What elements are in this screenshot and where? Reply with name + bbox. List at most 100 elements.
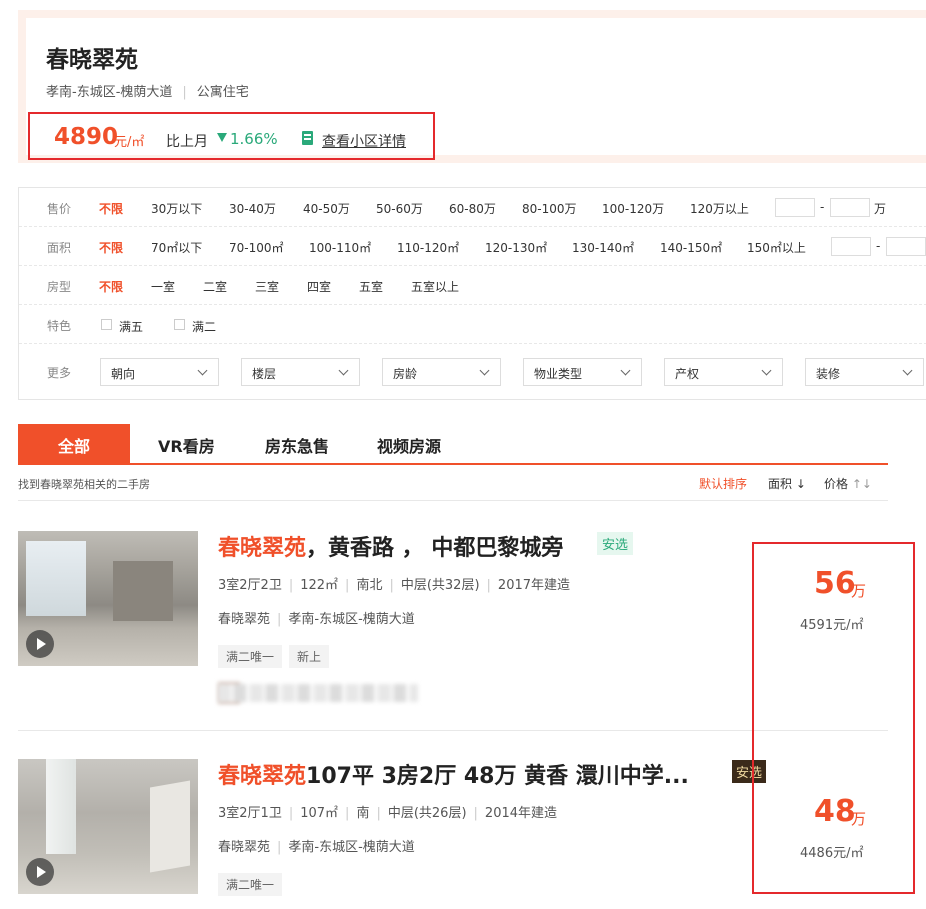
community-link[interactable]: 春晓翠苑 xyxy=(218,612,270,627)
tab-vr[interactable]: VR看房 xyxy=(158,424,215,463)
orientation-dropdown[interactable]: 朝向 xyxy=(100,358,219,386)
filter-option[interactable]: 不限 xyxy=(99,239,123,256)
estate-detail-link[interactable]: 查看小区详情 xyxy=(322,131,406,151)
sort-price[interactable]: 价格 ↑↓ xyxy=(824,475,872,492)
filter-option[interactable]: 不限 xyxy=(99,200,123,217)
community-link[interactable]: 春晓翠苑 xyxy=(218,840,270,855)
age-dropdown[interactable]: 房龄 xyxy=(382,358,501,386)
filter-option[interactable]: 五室以上 xyxy=(411,278,459,295)
chevron-down-icon xyxy=(761,365,772,376)
filter-option[interactable]: 130-140㎡ xyxy=(572,239,634,256)
filter-panel: 售价 不限 30万以下 30-40万 40-50万 50-60万 60-80万 … xyxy=(18,187,926,400)
ownership-dropdown[interactable]: 产权 xyxy=(664,358,783,386)
separator: | xyxy=(473,806,478,821)
checkbox[interactable] xyxy=(174,319,185,330)
filter-option[interactable]: 100-120万 xyxy=(602,200,664,217)
total-price: 48 xyxy=(814,794,856,829)
separator: | xyxy=(277,612,282,627)
filter-label: 售价 xyxy=(47,202,72,216)
play-icon[interactable] xyxy=(26,858,54,886)
verified-badge: 安选 xyxy=(597,532,634,555)
tab-all[interactable]: 全部 xyxy=(18,424,130,463)
mom-change: 1.66% xyxy=(230,130,278,148)
listing-title[interactable]: 春晓翠苑107平 3房2厅 48万 黄香 澴川中学... xyxy=(218,758,689,790)
filter-row-rooms: 房型 不限 一室 二室 三室 四室 五室 五室以上 xyxy=(19,266,926,305)
filter-option[interactable]: 80-100万 xyxy=(522,200,577,217)
sort-price-label: 价格 xyxy=(824,477,849,491)
attr-area: 107㎡ xyxy=(300,806,339,821)
price-max-input[interactable] xyxy=(830,198,870,217)
decoration-dropdown[interactable]: 装修 xyxy=(805,358,924,386)
down-arrow-icon xyxy=(217,133,227,142)
chevron-down-icon xyxy=(479,365,490,376)
district-link[interactable]: 孝南-东城区-槐荫大道 xyxy=(288,840,414,855)
tab-video[interactable]: 视频房源 xyxy=(377,424,441,463)
filter-option[interactable]: 30万以下 xyxy=(151,200,202,217)
filter-option[interactable]: 110-120㎡ xyxy=(397,239,459,256)
listing-photo[interactable] xyxy=(18,759,198,894)
filter-option[interactable]: 70-100㎡ xyxy=(229,239,284,256)
attr-year: 2017年建造 xyxy=(497,578,571,593)
area-max-input[interactable] xyxy=(886,237,926,256)
separator: | xyxy=(486,578,491,593)
filter-label: 特色 xyxy=(47,319,72,333)
filter-option[interactable]: 五室 xyxy=(359,278,383,295)
filter-row-price: 售价 不限 30万以下 30-40万 40-50万 50-60万 60-80万 … xyxy=(19,188,926,227)
dropdown-label: 朝向 xyxy=(111,367,136,381)
tab-urgent[interactable]: 房东急售 xyxy=(265,424,329,463)
filter-option[interactable]: 60-80万 xyxy=(449,200,496,217)
listing-tabs: 全部 VR看房 房东急售 视频房源 xyxy=(18,424,888,465)
filter-option[interactable]: 120万以上 xyxy=(690,200,749,217)
filter-option[interactable]: 100-110㎡ xyxy=(309,239,371,256)
listing-photo[interactable] xyxy=(18,531,198,666)
mom-label: 比上月 xyxy=(166,134,208,150)
attr-layout: 3室2厅1卫 xyxy=(218,806,282,821)
sort-default[interactable]: 默认排序 xyxy=(699,475,747,492)
filter-label: 更多 xyxy=(47,366,72,380)
filter-option[interactable]: 30-40万 xyxy=(229,200,276,217)
property-type-dropdown[interactable]: 物业类型 xyxy=(523,358,642,386)
listing-location: 春晓翠苑 | 孝南-东城区-槐荫大道 xyxy=(218,836,415,855)
window-shape xyxy=(46,759,76,854)
filter-option[interactable]: 40-50万 xyxy=(303,200,350,217)
filter-option[interactable]: 三室 xyxy=(255,278,279,295)
filter-row-features: 特色 满五 满二 xyxy=(19,305,926,344)
floor-dropdown[interactable]: 楼层 xyxy=(241,358,360,386)
listing-tag: 满二唯一 xyxy=(218,873,283,896)
filter-option[interactable]: 不限 xyxy=(99,278,123,295)
filter-option[interactable]: 120-130㎡ xyxy=(485,239,547,256)
checkbox[interactable] xyxy=(101,319,112,330)
estate-header: 春晓翠苑 孝南-东城区-槐荫大道 | 公寓住宅 4890 元/㎡ 比上月 1.66%… xyxy=(18,10,926,163)
results-count-text: 找到春晓翠苑相关的二手房 xyxy=(18,478,150,491)
filter-option[interactable]: 70㎡以下 xyxy=(151,239,202,256)
listing-title[interactable]: 春晓翠苑，黄香路 ， 中都巴黎城旁 xyxy=(218,530,563,562)
dropdown-label: 房龄 xyxy=(393,367,418,381)
avg-price-unit: 元/㎡ xyxy=(114,135,145,150)
filter-option[interactable]: 140-150㎡ xyxy=(660,239,722,256)
filter-option[interactable]: 满二 xyxy=(192,318,216,335)
separator: | xyxy=(288,806,294,821)
separator: | xyxy=(345,578,350,593)
district-link[interactable]: 孝南-东城区-槐荫大道 xyxy=(288,612,414,627)
play-icon[interactable] xyxy=(26,630,54,658)
separator: | xyxy=(376,806,381,821)
estate-subtitle: 孝南-东城区-槐荫大道 | 公寓住宅 xyxy=(46,81,249,100)
listing-tag: 新上 xyxy=(289,645,330,668)
filter-option[interactable]: 满五 xyxy=(119,318,143,335)
price-min-input[interactable] xyxy=(775,198,815,217)
estate-type: 公寓住宅 xyxy=(196,85,249,100)
wall-shape xyxy=(150,780,190,873)
avg-price: 4890 xyxy=(54,124,119,150)
attr-orientation: 南北 xyxy=(356,578,383,593)
filter-label: 面积 xyxy=(47,241,72,255)
listing-attributes: 3室2厅2卫 | 122㎡ | 南北 | 中层(共32层) | 2017年建造 xyxy=(218,574,570,593)
filter-option[interactable]: 二室 xyxy=(203,278,227,295)
sort-area[interactable]: 面积 ↓ xyxy=(768,475,806,492)
area-min-input[interactable] xyxy=(831,237,871,256)
filter-option[interactable]: 50-60万 xyxy=(376,200,423,217)
filter-option[interactable]: 150㎡以上 xyxy=(747,239,806,256)
estate-location: 孝南-东城区-槐荫大道 xyxy=(46,85,173,100)
divider xyxy=(18,500,888,501)
filter-option[interactable]: 一室 xyxy=(151,278,175,295)
filter-option[interactable]: 四室 xyxy=(307,278,331,295)
